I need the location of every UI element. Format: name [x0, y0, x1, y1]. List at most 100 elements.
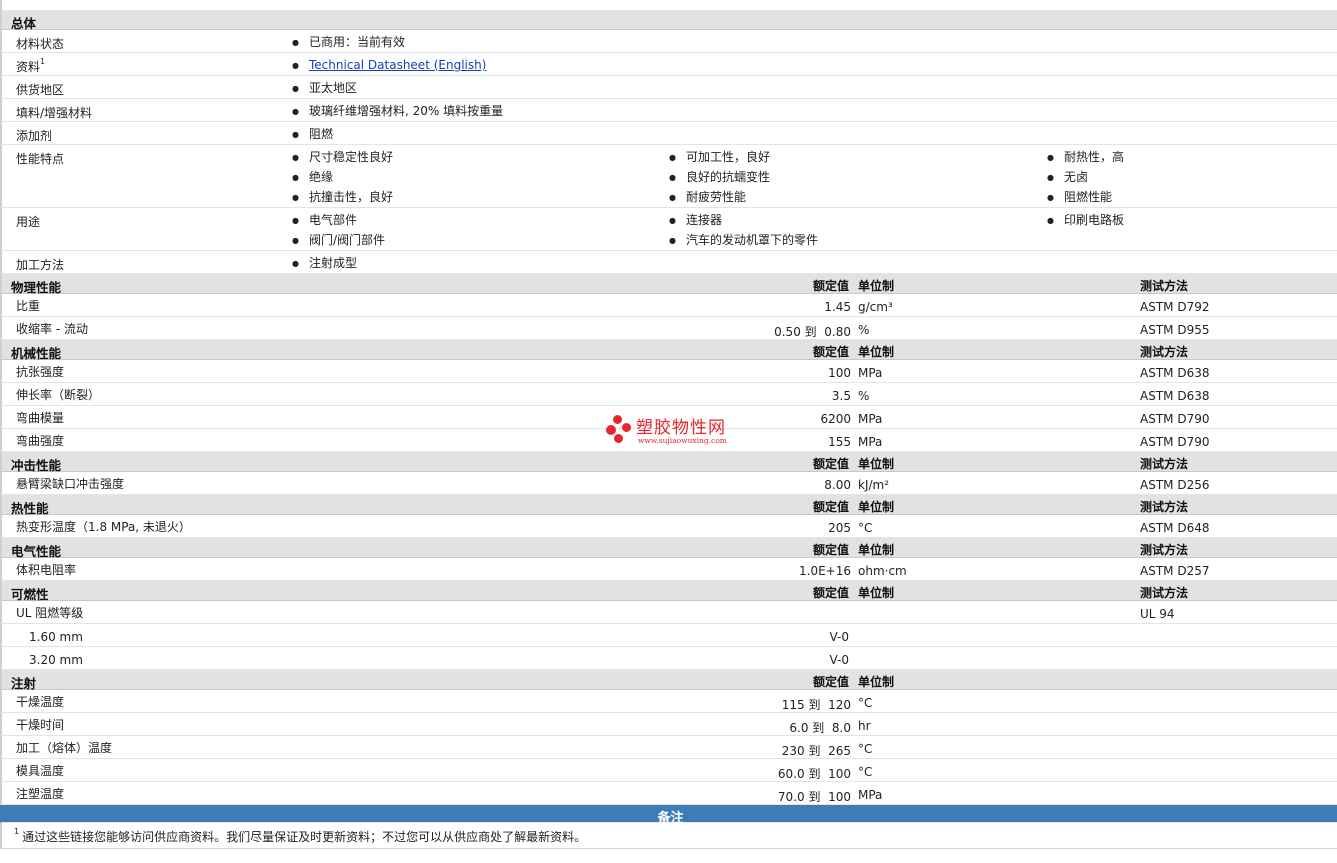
property-value: 1.45 [824, 300, 851, 314]
property-label: 弯曲模量 [16, 411, 65, 425]
column-header-unit: 单位制 [858, 279, 895, 293]
bullet-text: 印刷电路板 [1064, 213, 1125, 227]
property-label: 热变形温度（1.8 MPa, 未退火） [16, 520, 191, 534]
property-row: 收缩率 - 流动 0.50 到 0.80% ASTM D955 [0, 317, 1337, 340]
general-section: 总体材料状态 已商用：当前有效资料1 Technical Datasheet (En… [0, 10, 1337, 274]
general-row: 加工方法 注射成型 [0, 251, 1337, 274]
test-method: UL 94 [1140, 607, 1175, 621]
property-label: 干燥温度 [16, 695, 65, 709]
general-row: 材料状态 已商用：当前有效 [0, 30, 1337, 53]
property-unit: °C [858, 765, 873, 779]
bullet-item: 耐疲劳性能 [669, 190, 770, 210]
bullet-item: 已商用：当前有效 [292, 35, 405, 55]
section-header: 可燃性 额定值 单位制 测试方法 [0, 581, 1337, 602]
general-row: 添加剂 阻燃 [0, 122, 1337, 145]
bullet-item: 注射成型 [292, 256, 357, 276]
property-unit: °C [858, 521, 873, 535]
property-row: 悬臂梁缺口冲击强度 8.00 kJ/m² ASTM D256 [0, 472, 1337, 495]
datasheet-link[interactable]: Technical Datasheet (English) [309, 58, 486, 72]
property-label: 比重 [16, 299, 41, 313]
label-text: 材料状态 [16, 37, 65, 51]
section-header: 冲击性能 额定值 单位制 测试方法 [0, 452, 1337, 473]
property-label: 3.20 mm [29, 653, 83, 667]
property-value: 3.5 [831, 389, 851, 403]
bullet-text: 绝缘 [309, 170, 334, 184]
property-value: 155 [828, 435, 851, 449]
bullet-item: 阀门/阀门部件 [292, 233, 385, 253]
property-unit: MPa [858, 412, 883, 426]
bullet-text: 汽车的发动机罩下的零件 [686, 233, 819, 247]
property-value: 70.0 到 100 [777, 790, 851, 804]
property-label: 加工（熔体）温度 [16, 741, 113, 755]
bullet-list: 电气部件阀门/阀门部件 [292, 213, 385, 253]
bullet-text: 电气部件 [309, 213, 358, 227]
bullet-item: 无卤 [1047, 170, 1124, 190]
property-value: 60.0 到 100 [777, 767, 851, 781]
bullet-list: 耐热性，高无卤阻燃性能 [1047, 150, 1124, 210]
bullet-list: Technical Datasheet (English) [292, 58, 486, 78]
bullet-item: 良好的抗蠕变性 [669, 170, 770, 190]
column-header-unit: 单位制 [858, 586, 895, 600]
property-value: 230 到 265 [781, 744, 851, 758]
column-header-method: 测试方法 [1140, 345, 1189, 359]
notes-header: 备注 [0, 805, 1337, 826]
column-header-rating: 额定值 [812, 586, 849, 600]
property-row: 加工（熔体）温度 230 到 265 °C [0, 736, 1337, 759]
property-sections: 物理性能 额定值 单位制 测试方法 比重 1.45 g/cm³ ASTM D792 收缩率 - … [0, 274, 1337, 805]
general-row: 供货地区 亚太地区 [0, 76, 1337, 99]
property-row: 干燥温度 115 到 120 °C [0, 690, 1337, 713]
bullet-item: 印刷电路板 [1047, 213, 1124, 233]
column-header-method: 测试方法 [1140, 457, 1189, 471]
section-header: 机械性能 额定值 单位制 测试方法 [0, 340, 1337, 361]
bullet-list: 玻璃纤维增强材料, 20% 填料按重量 [292, 104, 503, 124]
test-method: ASTM D638 [1140, 366, 1210, 380]
test-method: ASTM D790 [1140, 435, 1210, 449]
bullet-item: 尺寸稳定性良好 [292, 150, 393, 170]
property-value: 8.00 [824, 478, 851, 492]
property-unit: kJ/m² [858, 478, 890, 492]
property-unit: g/cm³ [858, 300, 893, 314]
bullet-list: 阻燃 [292, 127, 333, 147]
bullet-item: 阻燃 [292, 127, 333, 147]
column-header-unit: 单位制 [858, 457, 895, 471]
section-header: 注射 额定值 单位制 [0, 670, 1337, 691]
property-value: 6200 [820, 412, 851, 426]
bullet-list: 已商用：当前有效 [292, 35, 405, 55]
property-label: 1.60 mm [29, 630, 83, 644]
bullet-item: Technical Datasheet (English) [292, 58, 486, 78]
section-header: 电气性能 额定值 单位制 测试方法 [0, 538, 1337, 559]
test-method: ASTM D955 [1140, 323, 1210, 337]
bullet-text: 耐热性，高 [1064, 150, 1125, 164]
column-header-method: 测试方法 [1140, 279, 1189, 293]
property-unit: °C [858, 696, 873, 710]
bullet-text: 阀门/阀门部件 [309, 233, 386, 247]
bullet-text: 注射成型 [309, 256, 358, 270]
bullet-item: 汽车的发动机罩下的零件 [669, 233, 818, 253]
general-row: 填料/增强材料 玻璃纤维增强材料, 20% 填料按重量 [0, 99, 1337, 122]
test-method: ASTM D257 [1140, 564, 1210, 578]
column-header-method: 测试方法 [1140, 500, 1189, 514]
section-header: 物理性能 额定值 单位制 测试方法 [0, 274, 1337, 295]
column-header-method: 测试方法 [1140, 543, 1189, 557]
property-label: 弯曲强度 [16, 434, 65, 448]
property-unit: MPa [858, 435, 883, 449]
property-value: 100 [828, 366, 851, 380]
property-value: 6.0 到 8.0 [789, 721, 851, 735]
bullet-item: 连接器 [669, 213, 818, 233]
property-label: 抗张强度 [16, 365, 65, 379]
property-label: 材料状态 [16, 35, 64, 52]
property-label: 用途 [16, 213, 40, 230]
footnote-marker: 1 [40, 57, 46, 66]
label-text: 资料 [16, 60, 41, 74]
property-unit: % [858, 389, 870, 403]
bullet-item: 绝缘 [292, 170, 393, 190]
property-row: 伸长率（断裂） 3.5% ASTM D638 [0, 383, 1337, 406]
bullet-text: 已商用：当前有效 [309, 35, 406, 49]
bullet-list: 注射成型 [292, 256, 357, 276]
property-row: 注塑温度 70.0 到 100 MPa [0, 782, 1337, 805]
property-value: 115 到 120 [781, 698, 851, 712]
bullet-item: 抗撞击性，良好 [292, 190, 393, 210]
property-unit: MPa [858, 788, 883, 802]
general-row: 资料1 Technical Datasheet (English) [0, 53, 1337, 76]
column-header-rating: 额定值 [812, 675, 849, 689]
